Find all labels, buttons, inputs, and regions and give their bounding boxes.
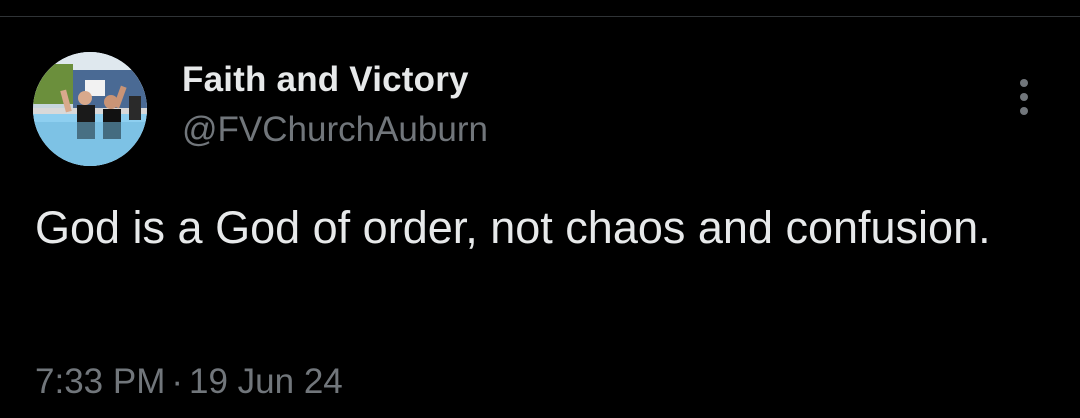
author-handle[interactable]: @FVChurchAuburn <box>182 110 488 150</box>
avatar-photo <box>33 52 147 166</box>
more-vertical-icon <box>1020 79 1028 115</box>
tweet-date: 19 Jun 24 <box>189 362 343 401</box>
tweet-timestamp[interactable]: 7:33 PM · 19 Jun 24 <box>35 362 343 402</box>
top-divider <box>0 16 1080 17</box>
timestamp-separator: · <box>171 362 184 401</box>
avatar[interactable] <box>33 52 147 166</box>
tweet-time: 7:33 PM <box>35 362 166 401</box>
more-options-button[interactable] <box>1004 74 1044 120</box>
tweet-text: God is a God of order, not chaos and con… <box>35 202 991 253</box>
author-display-name[interactable]: Faith and Victory <box>182 60 469 100</box>
